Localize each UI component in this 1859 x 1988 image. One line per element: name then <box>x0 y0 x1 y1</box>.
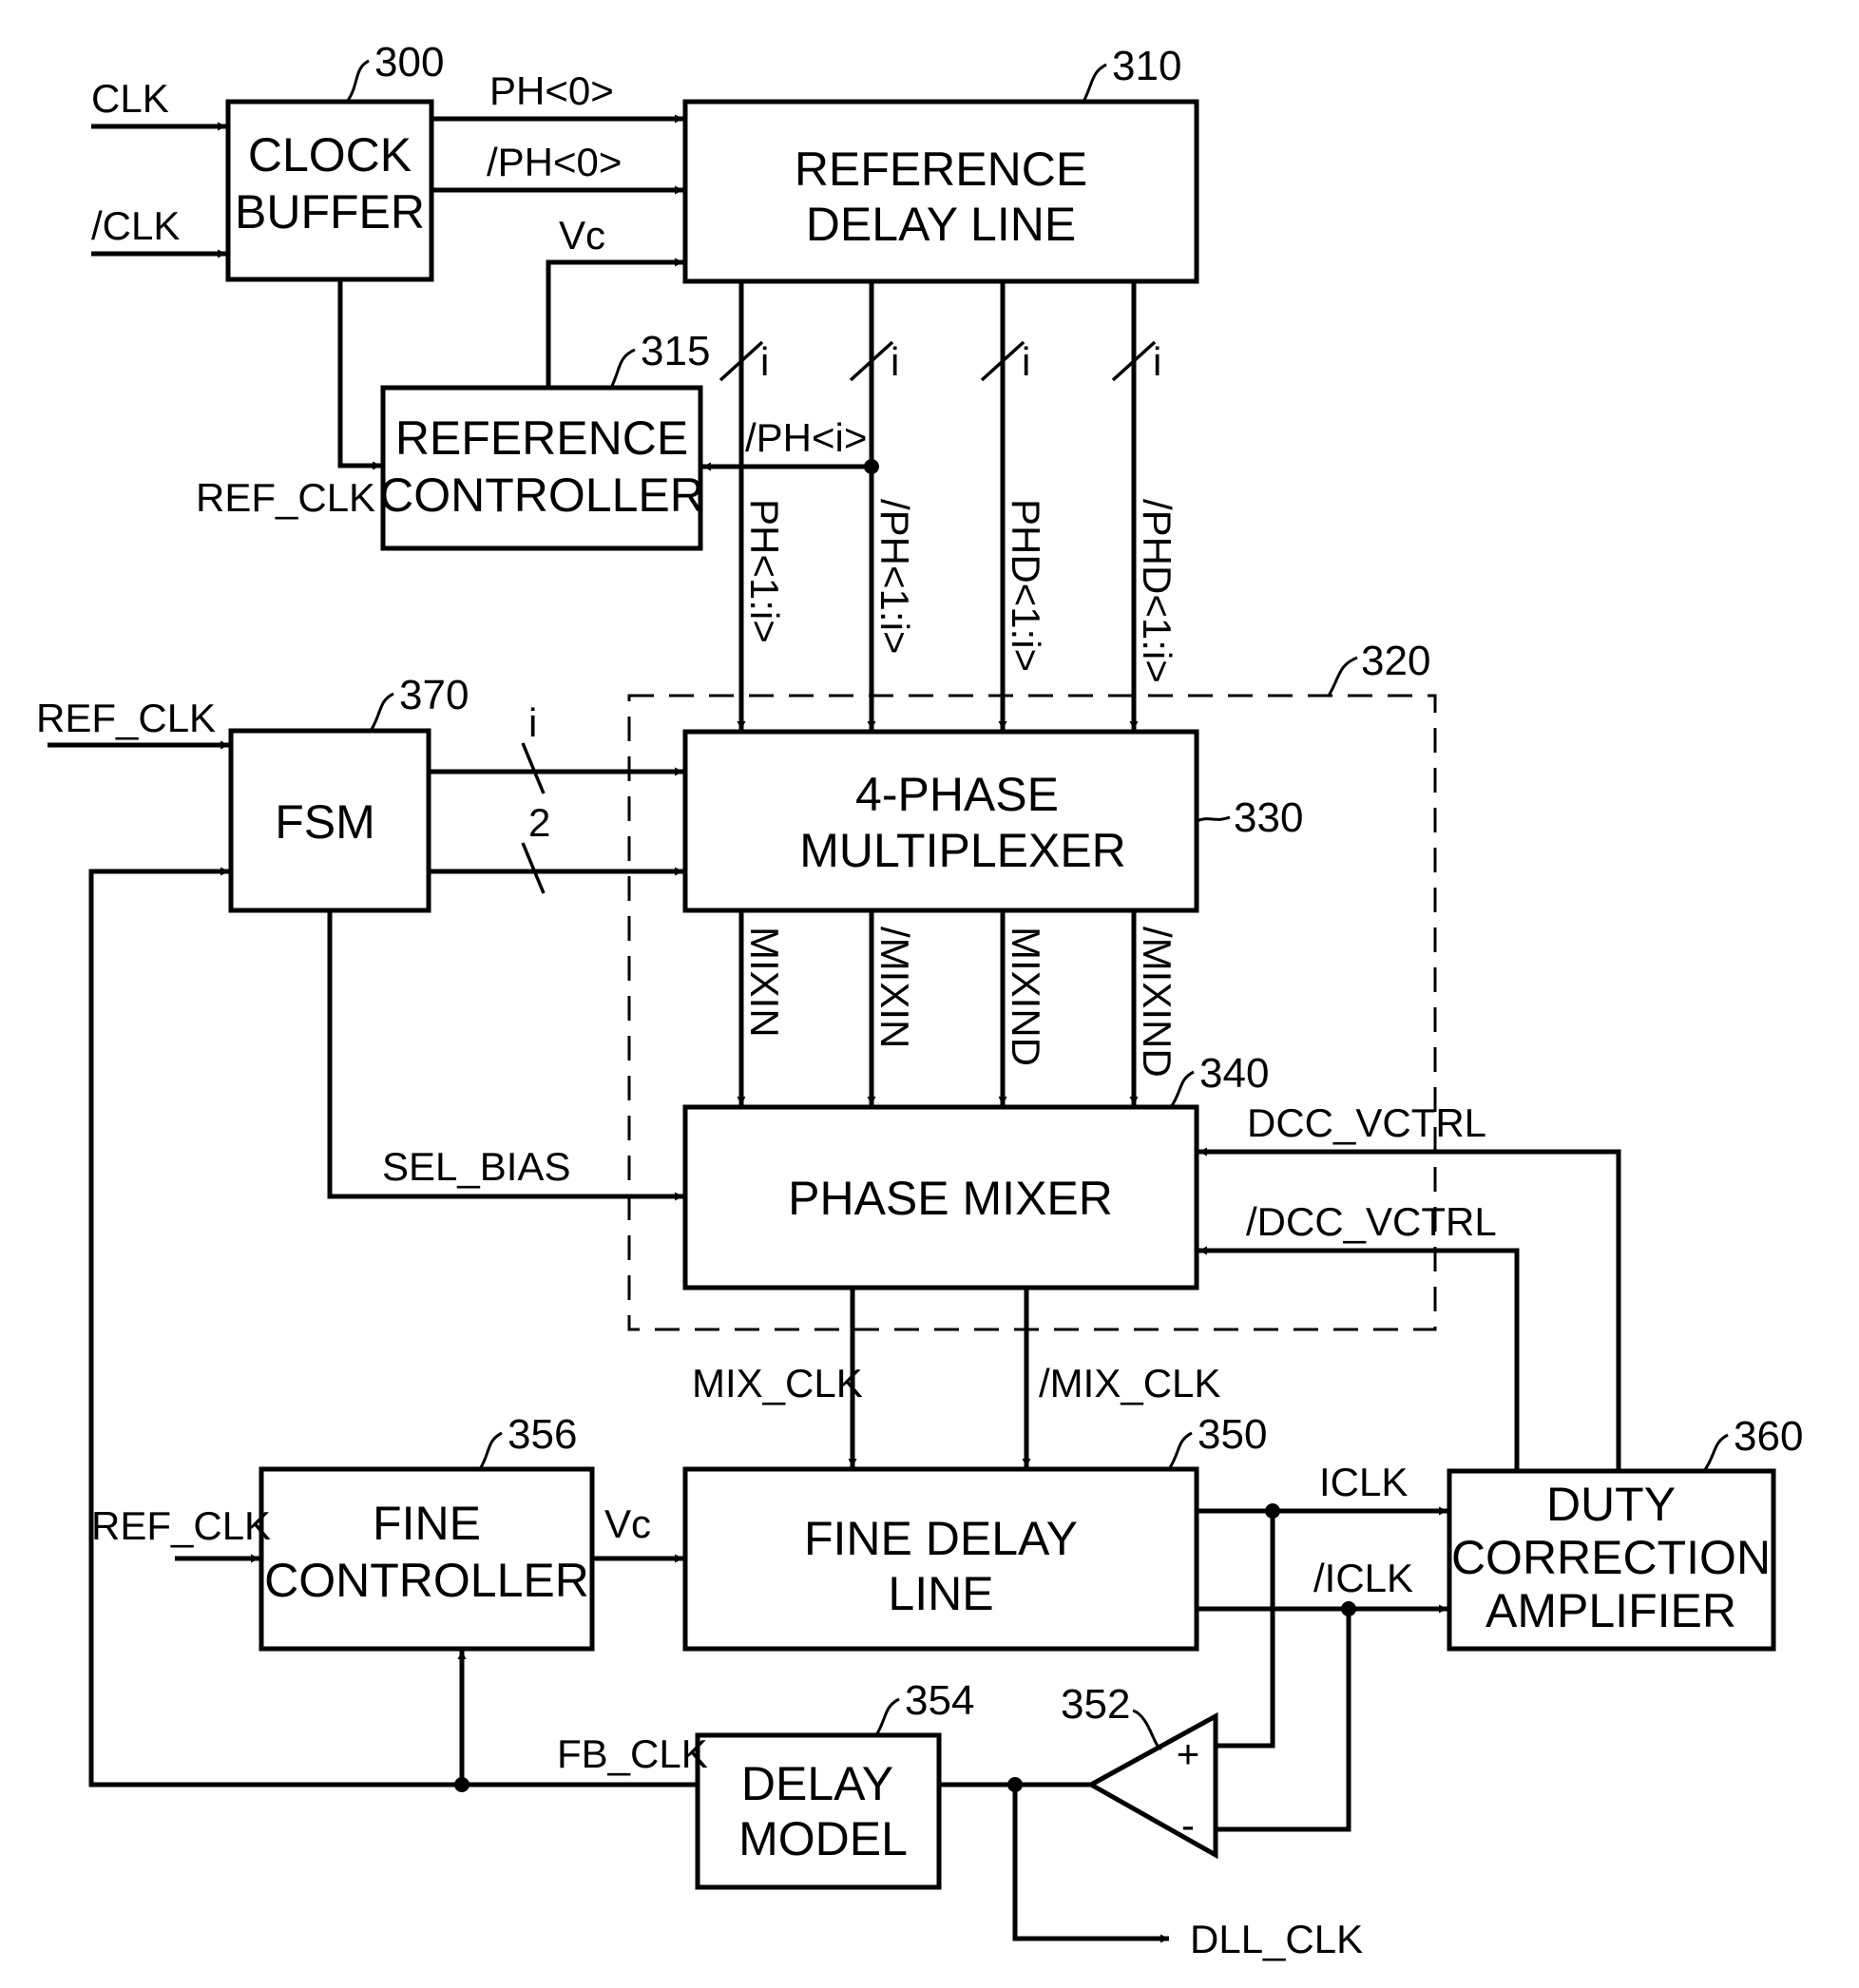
multiplexer-label-1: 4-PHASE <box>855 768 1059 821</box>
four-phase-multiplexer-block[interactable] <box>682 729 1199 913</box>
ref-leader-370 <box>369 692 394 732</box>
fsm-label: FSM <box>275 795 375 849</box>
signal-label-ph0: PH<0> <box>489 68 614 113</box>
ref-leader-356 <box>478 1431 503 1470</box>
ref-leader-330 <box>1196 815 1231 823</box>
delay-model-label-2: MODEL <box>738 1812 908 1865</box>
dll-block-diagram: 320 CLOCK BUFFER 300 CLK /CLK PH<0> /PH<… <box>36 39 1803 1961</box>
wire-ref-clk-ctrl <box>337 279 381 470</box>
dca-label-3: AMPLIFIER <box>1485 1584 1736 1637</box>
bus-width-fsm-i: i <box>528 700 537 745</box>
ref-leader-360 <box>1702 1433 1729 1472</box>
reference-delay-line-label-2: DELAY LINE <box>806 198 1076 251</box>
signal-label-iclk-b: /ICLK <box>1313 1556 1413 1600</box>
signal-label-ref-clk-ctrl: REF_CLK <box>196 475 375 520</box>
signal-label-phd-bus-b: /PHD<1:i> <box>1135 499 1179 683</box>
ref-number-315: 315 <box>641 328 710 374</box>
clock-buffer-label-1: CLOCK <box>248 128 412 182</box>
signal-label-mixin: MIXIN <box>742 927 787 1038</box>
dca-label-2: CORRECTION <box>1451 1531 1771 1584</box>
signal-label-mixind: MIXIND <box>1004 927 1048 1066</box>
ref-number-352: 352 <box>1061 1681 1130 1728</box>
comparator-plus-sign: + <box>1177 1731 1200 1776</box>
dca-label-1: DUTY <box>1546 1478 1676 1531</box>
ref-number-356: 356 <box>508 1411 577 1458</box>
bus-width-1: i <box>760 339 769 384</box>
ref-number-310: 310 <box>1112 43 1181 89</box>
signal-label-clk: CLK <box>91 76 169 121</box>
delay-model-label-1: DELAY <box>741 1757 893 1810</box>
ref-number-370: 370 <box>399 672 469 718</box>
ref-number-320: 320 <box>1361 638 1430 684</box>
ref-number-354: 354 <box>905 1677 974 1724</box>
ref-leader-320 <box>1327 656 1358 697</box>
signal-label-fb-clk: FB_CLK <box>557 1731 708 1776</box>
signal-label-sel-bias: SEL_BIAS <box>382 1144 570 1189</box>
comparator-minus-sign: - <box>1181 1803 1195 1847</box>
signal-label-ph0-b: /PH<0> <box>487 140 622 184</box>
fine-controller-label-1: FINE <box>373 1497 481 1550</box>
signal-label-dll-clk: DLL_CLK <box>1190 1917 1363 1961</box>
signal-label-dcc-vctrl: DCC_VCTRL <box>1247 1100 1486 1145</box>
bus-slash-fsm-2 <box>521 842 546 894</box>
ref-leader-315 <box>609 348 636 389</box>
signal-label-ph-i-b: /PH<i> <box>745 415 867 460</box>
signal-label-ref-clk-fsm: REF_CLK <box>36 696 216 740</box>
multiplexer-label-2: MULTIPLEXER <box>799 824 1126 877</box>
ref-number-340: 340 <box>1199 1050 1269 1097</box>
signal-label-mix-clk-b: /MIX_CLK <box>1039 1361 1220 1405</box>
signal-label-clk-b: /CLK <box>91 203 180 248</box>
signal-label-vc-ref: Vc <box>559 213 605 258</box>
ref-leader-310 <box>1082 63 1107 103</box>
signal-label-ph-bus-b: /PH<1:i> <box>872 499 917 654</box>
fine-delay-line-label-1: FINE DELAY <box>804 1512 1078 1565</box>
ref-leader-350 <box>1167 1431 1193 1470</box>
ref-leader-354 <box>874 1697 900 1736</box>
reference-controller-label-2: CONTROLLER <box>379 468 704 522</box>
clock-buffer-label-2: BUFFER <box>235 185 425 239</box>
ref-leader-352 <box>1132 1709 1162 1750</box>
signal-label-vc-fine: Vc <box>604 1501 651 1546</box>
bus-width-3: i <box>1022 339 1030 384</box>
bus-width-fsm-2: 2 <box>528 800 550 845</box>
ref-number-350: 350 <box>1198 1411 1267 1458</box>
wire-iclk-b-to-comparator <box>1216 1609 1351 1832</box>
wire-iclk-to-comparator <box>1216 1511 1275 1749</box>
ref-number-360: 360 <box>1734 1413 1803 1460</box>
bus-slash-fsm-i <box>521 742 546 794</box>
signal-label-mix-clk: MIX_CLK <box>692 1361 863 1405</box>
junction-ph-i <box>864 459 879 474</box>
bus-width-4: i <box>1153 339 1161 384</box>
fine-controller-label-2: CONTROLLER <box>264 1554 589 1607</box>
signal-label-iclk: ICLK <box>1319 1460 1408 1504</box>
reference-controller-label-1: REFERENCE <box>395 411 688 465</box>
fine-delay-line-label-2: LINE <box>888 1567 993 1620</box>
ref-number-300: 300 <box>374 39 444 86</box>
signal-label-dcc-vctrl-b: /DCC_VCTRL <box>1246 1199 1497 1244</box>
bus-width-2: i <box>891 339 899 384</box>
signal-label-mixin-b: /MIXIN <box>872 927 917 1048</box>
signal-label-ref-clk-fine: REF_CLK <box>91 1503 271 1548</box>
ref-leader-300 <box>345 59 370 103</box>
signal-label-phd-bus: PHD<1:i> <box>1004 499 1048 672</box>
ref-number-330: 330 <box>1234 794 1303 841</box>
signal-label-ph-bus: PH<1:i> <box>742 499 787 643</box>
phase-mixer-label: PHASE MIXER <box>788 1172 1113 1225</box>
signal-label-mixind-b: /MIXIND <box>1135 927 1179 1078</box>
reference-delay-line-label-1: REFERENCE <box>795 143 1087 196</box>
